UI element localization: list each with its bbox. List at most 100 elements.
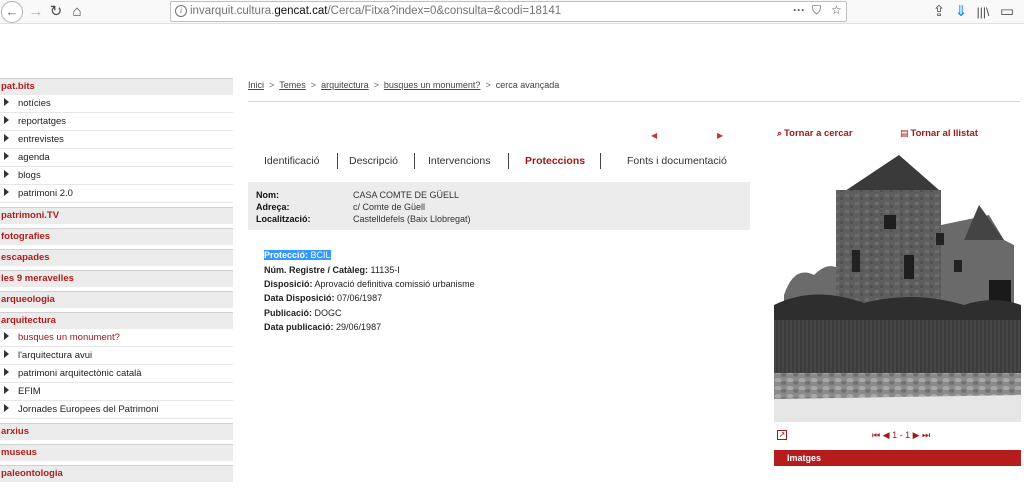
external-link-icon[interactable]: ↗ — [777, 430, 787, 440]
tornar-llistat-label: Tornar al llistat — [910, 128, 978, 139]
download-icon[interactable]: ⇓ — [951, 2, 971, 22]
sidebar-item[interactable]: notícies — [0, 95, 233, 113]
sidebar-item[interactable]: patrimoni 2.0 — [0, 185, 233, 203]
registre-value: 11135-I — [370, 265, 400, 275]
pager-text: 1 - 1 — [892, 430, 911, 440]
page-actions-icon[interactable]: ··· — [793, 3, 805, 17]
bookmark-star-icon[interactable]: ☆ — [831, 3, 842, 17]
sidebar-item-label: patrimoni 2.0 — [18, 188, 73, 199]
triangle-right-icon — [4, 350, 9, 358]
tab-separator — [414, 153, 415, 169]
imatges-bar[interactable]: Imatges — [774, 450, 1021, 466]
pocket-icon[interactable]: ⛉ — [812, 3, 821, 18]
prev-image-icon[interactable]: ◀ — [883, 430, 890, 440]
disposicio-label: Disposició: — [264, 279, 313, 289]
breadcrumb-arquitectura[interactable]: arquitectura — [321, 80, 369, 90]
sidebar-item[interactable]: entrevistes — [0, 131, 233, 149]
localitzacio-value: Castelldefels (Baix Llobregat) — [353, 214, 471, 224]
imatges-label: Imatges — [787, 453, 822, 463]
next-image-icon[interactable]: ▶ — [913, 430, 920, 440]
tab-intervencions[interactable]: Intervencions — [428, 151, 490, 171]
image-pager: ⏮ ◀ 1 - 1 ▶ ⏭ — [872, 430, 930, 441]
sidebar-category[interactable]: museus — [0, 444, 233, 461]
sidebar-item-label: patrimoni arquitectònic català — [18, 368, 142, 379]
home-icon[interactable]: ⌂ — [67, 2, 87, 22]
adreca-value: c/ Comte de Güell — [353, 202, 426, 212]
forward-icon[interactable]: → — [26, 2, 46, 22]
proteccio-value: BCIL — [310, 250, 331, 260]
proteccio-label: Protecció: — [264, 250, 309, 260]
sidebar-category[interactable]: fotografies — [0, 228, 233, 245]
tornar-cercar-label: Tornar a cercar — [784, 128, 853, 139]
data-disposicio-row: Data Disposició: 07/06/1987 — [264, 293, 382, 303]
monument-photo-illustration — [774, 145, 1021, 422]
sidebar-item[interactable]: busques un monument? — [0, 329, 233, 347]
breadcrumb-divider — [248, 101, 1020, 102]
sidebar-item[interactable]: EFIM — [0, 383, 233, 401]
localitzacio-label: Localització: — [256, 214, 311, 224]
first-image-icon[interactable]: ⏮ — [872, 430, 880, 440]
sidebar-item-label: entrevistes — [18, 134, 64, 145]
data-publicacio-value: 29/06/1987 — [336, 322, 382, 332]
data-publicacio-row: Data publicació: 29/06/1987 — [264, 322, 381, 332]
disposicio-value: Aprovació definitiva comissió urbanisme — [314, 279, 475, 289]
nom-value: CASA COMTE DE GÜELL — [353, 190, 460, 200]
sidebar-category[interactable]: pat.bits — [0, 78, 233, 95]
tab-fonts-documentacio[interactable]: Fonts i documentació — [627, 151, 727, 171]
tornar-llistat-link[interactable]: ▤ Tornar al llistat — [900, 128, 978, 139]
tab-descripcio[interactable]: Descripció — [349, 151, 398, 171]
publicacio-value: DOGC — [314, 308, 342, 318]
sidebar-item-label: Jornades Europees del Patrimoni — [18, 404, 159, 415]
back-icon[interactable]: ← — [1, 1, 23, 23]
publicacio-label: Publicació: — [264, 308, 313, 318]
sidebar-category[interactable]: arxius — [0, 423, 233, 440]
triangle-right-icon — [4, 170, 9, 178]
monument-photo[interactable] — [774, 145, 1021, 422]
triangle-right-icon — [4, 134, 9, 142]
downloads-tray-icon[interactable]: ⇪ — [929, 2, 949, 22]
site-info-icon[interactable]: i — [175, 5, 187, 17]
sidebar-item[interactable]: reportatges — [0, 113, 233, 131]
sidebar-item-label: notícies — [18, 98, 51, 109]
tab-separator — [508, 153, 509, 169]
sidebar-item-label: l'arquitectura avui — [18, 350, 93, 361]
url-bar[interactable]: i invarquit.cultura.gencat.cat/Cerca/Fit… — [170, 1, 847, 22]
url-text: invarquit.cultura.gencat.cat/Cerca/Fitxa… — [190, 5, 562, 17]
sidebar-category[interactable]: les 9 meravelles — [0, 270, 233, 287]
next-record-icon[interactable]: ▶ — [717, 131, 723, 140]
breadcrumb-temes[interactable]: Temes — [279, 80, 306, 90]
registre-label: Núm. Registre / Catàleg: — [264, 265, 369, 275]
sidebar-toggle-icon[interactable]: ▭ — [997, 2, 1017, 22]
breadcrumb-current: cerca avançada — [495, 80, 560, 90]
sidebar-item-label: EFIM — [18, 386, 41, 397]
sidebar-category[interactable]: paleontologia — [0, 465, 233, 482]
sidebar-category[interactable]: escapades — [0, 249, 233, 266]
tab-identificacio[interactable]: Identificació — [264, 151, 319, 171]
triangle-right-icon — [4, 386, 9, 394]
sidebar-category[interactable]: patrimoni.TV — [0, 207, 233, 224]
sidebar-item[interactable]: blogs — [0, 167, 233, 185]
sidebar-item-label: reportatges — [18, 116, 67, 127]
sidebar-item[interactable]: agenda — [0, 149, 233, 167]
sidebar-item-label: busques un monument? — [18, 332, 120, 343]
reload-icon[interactable]: ↻ — [46, 2, 66, 22]
sidebar-category[interactable]: arqueologia — [0, 291, 233, 308]
breadcrumb-busques[interactable]: busques un monument? — [384, 80, 481, 90]
sidebar-category[interactable]: arquitectura — [0, 312, 233, 329]
triangle-right-icon — [4, 188, 9, 196]
data-disposicio-value: 07/06/1987 — [337, 293, 383, 303]
tab-separator — [337, 153, 338, 169]
sidebar-item[interactable]: patrimoni arquitectònic català — [0, 365, 233, 383]
sidebar-item[interactable]: Jornades Europees del Patrimoni — [0, 401, 233, 419]
library-icon[interactable]: |||\ — [973, 2, 993, 22]
proteccio-row: Protecció: BCIL — [264, 250, 331, 260]
prev-record-icon[interactable]: ◀ — [651, 131, 657, 140]
record-tabs: Identificació Descripció Intervencions P… — [248, 151, 748, 171]
last-image-icon[interactable]: ⏭ — [922, 430, 930, 440]
tab-proteccions[interactable]: Proteccions — [525, 151, 585, 171]
breadcrumb-inici[interactable]: Inici — [248, 80, 264, 90]
tornar-cercar-link[interactable]: ⌕ Tornar a cercar — [777, 128, 853, 139]
search-icon: ⌕ — [777, 128, 783, 138]
sidebar-item[interactable]: l'arquitectura avui — [0, 347, 233, 365]
data-publicacio-label: Data publicació: — [264, 322, 334, 332]
